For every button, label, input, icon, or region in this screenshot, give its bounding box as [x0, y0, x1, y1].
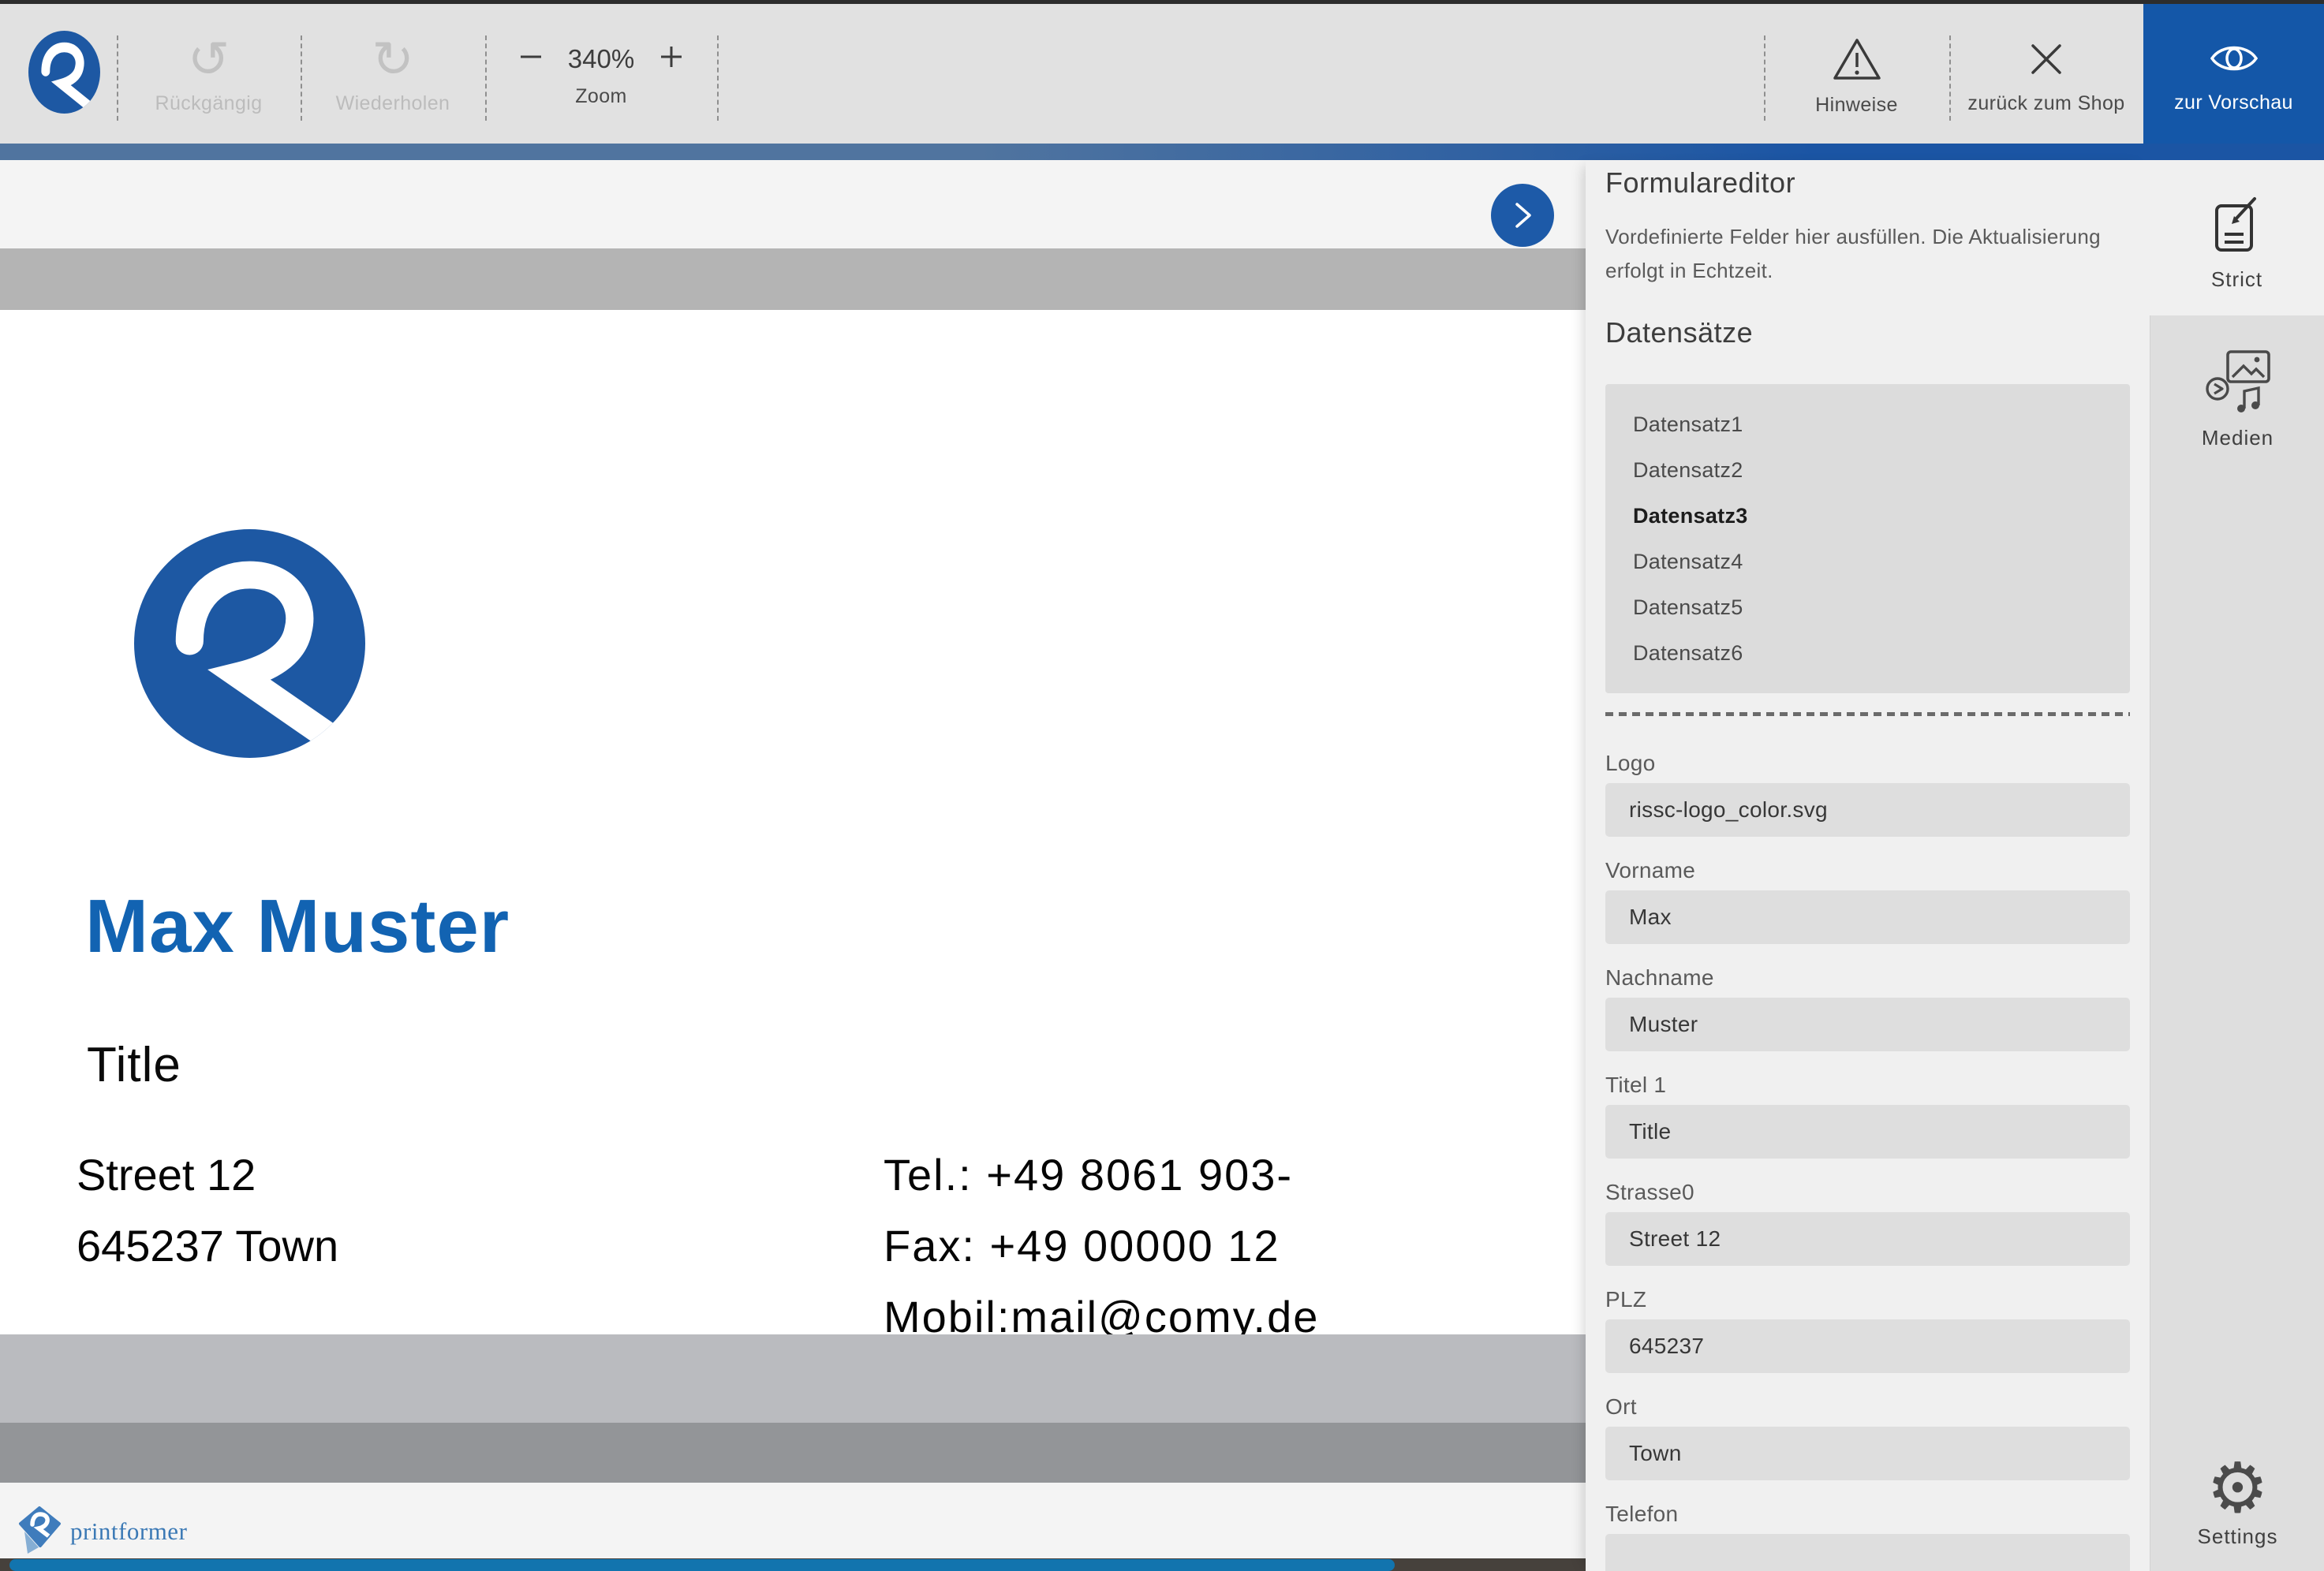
progress-bar — [9, 1559, 1395, 1571]
logo-input[interactable]: rissc-logo_color.svg — [1605, 783, 2130, 837]
panel-description: Vordefinierte Felder hier ausfüllen. Die… — [1605, 220, 2102, 288]
media-icon — [2204, 347, 2272, 415]
sidebar-lower-block: Medien ⚙ Settings — [2150, 315, 2324, 1571]
tab-medien[interactable]: Medien — [2150, 347, 2324, 450]
accent-strip — [0, 144, 2324, 160]
dataset-list: Datensatz1 Datensatz2 Datensatz3 Datensa… — [1605, 384, 2130, 693]
field-label: Strasse0 — [1605, 1180, 2130, 1205]
field-label: Titel 1 — [1605, 1073, 2130, 1098]
dataset-item[interactable]: Datensatz1 — [1605, 401, 2130, 447]
dataset-item[interactable]: Datensatz6 — [1605, 630, 2130, 676]
printformer-logo: printformer — [18, 1506, 187, 1557]
telefon-input[interactable] — [1605, 1534, 2130, 1571]
minus-icon — [517, 43, 544, 70]
field-label: Vorname — [1605, 858, 2130, 883]
back-to-shop-label: zurück zum Shop — [1967, 92, 2124, 115]
toolbar-divider — [717, 35, 719, 121]
settings-button[interactable]: ⚙ Settings — [2150, 1452, 2324, 1549]
dataset-item-selected[interactable]: Datensatz3 — [1605, 493, 2130, 539]
settings-label: Settings — [2198, 1524, 2278, 1549]
medien-label: Medien — [2202, 426, 2274, 450]
canvas-margin-band — [0, 1334, 1586, 1423]
form-editor-panel: Formulareditor Vordefinierte Felder hier… — [1586, 160, 2150, 1571]
card-address-block: Street 12 645237 Town — [77, 1140, 338, 1282]
close-icon — [2024, 37, 2068, 81]
card-logo — [134, 529, 365, 762]
ort-input[interactable]: Town — [1605, 1427, 2130, 1480]
dataset-item[interactable]: Datensatz2 — [1605, 447, 2130, 493]
field-group-vorname: Vorname Max — [1605, 858, 2130, 944]
titel1-input[interactable]: Title — [1605, 1105, 2130, 1159]
card-address-line: 645237 Town — [77, 1211, 338, 1282]
card-name-text: Max Muster — [85, 883, 510, 970]
hints-label: Hinweise — [1815, 94, 1898, 117]
printformer-wordmark: printformer — [70, 1517, 187, 1546]
field-label: Ort — [1605, 1394, 2130, 1420]
strict-label: Strict — [2211, 267, 2262, 292]
zoom-label: Zoom — [575, 85, 627, 108]
card-address-line: Street 12 — [77, 1140, 338, 1211]
field-group-strasse: Strasse0 Street 12 — [1605, 1180, 2130, 1266]
preview-button[interactable]: zur Vorschau — [2143, 4, 2324, 147]
panel-title: Formulareditor — [1605, 166, 1795, 200]
field-group-telefon: Telefon — [1605, 1502, 2130, 1571]
nachname-input[interactable]: Muster — [1605, 998, 2130, 1051]
card-contact-line: Fax: +49 00000 12 — [884, 1211, 1319, 1282]
eye-icon — [2204, 38, 2264, 79]
preview-label: zur Vorschau — [2174, 91, 2293, 114]
field-label: Logo — [1605, 751, 2130, 776]
warning-icon — [1831, 35, 1883, 83]
field-group-nachname: Nachname Muster — [1605, 965, 2130, 1051]
zoom-in-button[interactable] — [658, 43, 685, 74]
tab-strict[interactable]: Strict — [2150, 193, 2324, 292]
plus-icon — [658, 43, 685, 70]
chevron-right-icon — [1509, 200, 1536, 231]
vorname-input[interactable]: Max — [1605, 890, 2130, 944]
tool-sidebar: Strict Medien ⚙ Settings — [2150, 160, 2324, 1571]
field-group-titel1: Titel 1 Title — [1605, 1073, 2130, 1159]
printformer-editor-window: ↺ Rückgängig ↻ Wiederholen 340% Zoom — [0, 0, 2324, 1571]
canvas-margin-band — [0, 248, 1586, 310]
field-label: Telefon — [1605, 1502, 2130, 1527]
card-title-text: Title — [87, 1037, 181, 1093]
undo-icon: ↺ — [188, 37, 230, 81]
canvas-footer: printformer — [0, 1483, 1586, 1558]
dataset-item[interactable]: Datensatz5 — [1605, 584, 2130, 630]
next-page-button[interactable] — [1491, 184, 1554, 247]
dashed-divider — [1605, 712, 2130, 716]
hints-button[interactable]: Hinweise — [1764, 4, 1949, 147]
edit-document-icon — [2211, 193, 2263, 256]
field-group-logo: Logo rissc-logo_color.svg — [1605, 751, 2130, 837]
field-label: Nachname — [1605, 965, 2130, 991]
field-group-ort: Ort Town — [1605, 1394, 2130, 1480]
plz-input[interactable]: 645237 — [1605, 1319, 2130, 1373]
canvas-margin-band — [0, 1423, 1586, 1483]
undo-label: Rückgängig — [155, 92, 262, 115]
zoom-value: 340% — [568, 44, 634, 74]
toolbar: ↺ Rückgängig ↻ Wiederholen 340% Zoom — [0, 0, 2324, 144]
redo-icon: ↻ — [372, 37, 414, 81]
undo-button[interactable]: ↺ Rückgängig — [117, 4, 301, 147]
strasse-input[interactable]: Street 12 — [1605, 1212, 2130, 1266]
dataset-item[interactable]: Datensatz4 — [1605, 539, 2130, 584]
field-label: PLZ — [1605, 1287, 2130, 1312]
back-to-shop-button[interactable]: zurück zum Shop — [1949, 4, 2143, 147]
business-card-preview: Max Muster Title Street 12 645237 Town T… — [0, 310, 1586, 1334]
redo-button[interactable]: ↻ Wiederholen — [301, 4, 485, 147]
card-contact-line: Tel.: +49 8061 903- — [884, 1140, 1319, 1211]
app-logo-icon — [28, 31, 100, 118]
printformer-icon — [18, 1506, 62, 1557]
zoom-control: 340% Zoom — [485, 4, 717, 147]
zoom-out-button[interactable] — [517, 43, 544, 74]
design-canvas: Max Muster Title Street 12 645237 Town T… — [0, 160, 1586, 1571]
gear-icon: ⚙ — [2206, 1452, 2269, 1524]
datasets-title: Datensätze — [1605, 316, 1753, 349]
field-group-plz: PLZ 645237 — [1605, 1287, 2130, 1373]
redo-label: Wiederholen — [336, 92, 450, 115]
